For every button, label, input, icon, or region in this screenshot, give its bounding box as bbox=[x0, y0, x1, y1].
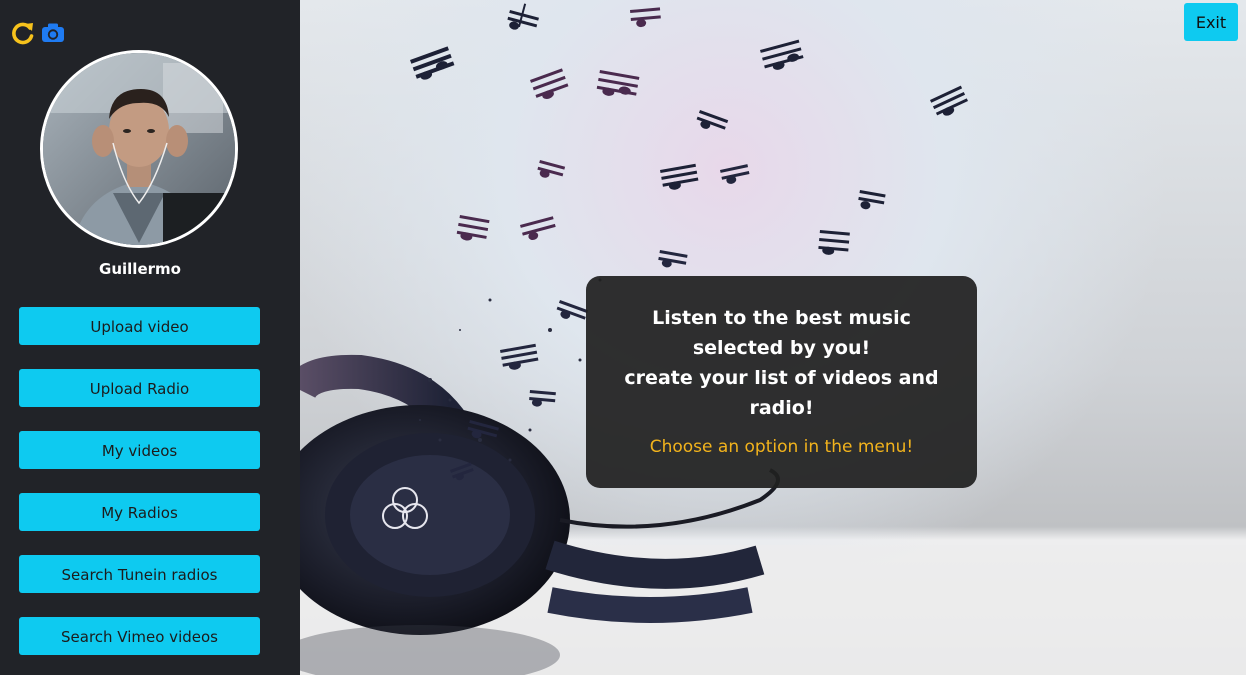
my-videos-button[interactable]: My videos bbox=[19, 431, 260, 469]
upload-video-button[interactable]: Upload video bbox=[19, 307, 260, 345]
search-vimeo-videos-button[interactable]: Search Vimeo videos bbox=[19, 617, 260, 655]
headline-line-2: selected by you! bbox=[692, 337, 871, 359]
headline-line-1: Listen to the best music bbox=[652, 307, 911, 329]
my-radios-button[interactable]: My Radios bbox=[19, 493, 260, 531]
headline-line-4: radio! bbox=[749, 397, 814, 419]
welcome-headline: Listen to the best music selected by you… bbox=[622, 303, 942, 423]
choose-option-prompt: Choose an option in the menu! bbox=[649, 437, 914, 457]
sidebar-top-icons bbox=[10, 20, 66, 46]
main-area: Exit Listen to the best music selected b… bbox=[300, 0, 1246, 675]
exit-button[interactable]: Exit bbox=[1184, 3, 1238, 41]
refresh-icon[interactable] bbox=[10, 20, 36, 46]
upload-radio-button[interactable]: Upload Radio bbox=[19, 369, 260, 407]
sidebar-menu: Upload video Upload Radio My videos My R… bbox=[19, 307, 260, 675]
app-window: Guillermo Upload video Upload Radio My v… bbox=[0, 0, 1246, 675]
search-tunein-radios-button[interactable]: Search Tunein radios bbox=[19, 555, 260, 593]
welcome-card: Listen to the best music selected by you… bbox=[586, 276, 977, 488]
username: Guillermo bbox=[99, 260, 181, 278]
headline-line-3: create your list of videos and bbox=[624, 367, 939, 389]
sidebar: Guillermo Upload video Upload Radio My v… bbox=[0, 0, 300, 675]
avatar bbox=[40, 50, 238, 248]
camera-icon[interactable] bbox=[40, 20, 66, 46]
